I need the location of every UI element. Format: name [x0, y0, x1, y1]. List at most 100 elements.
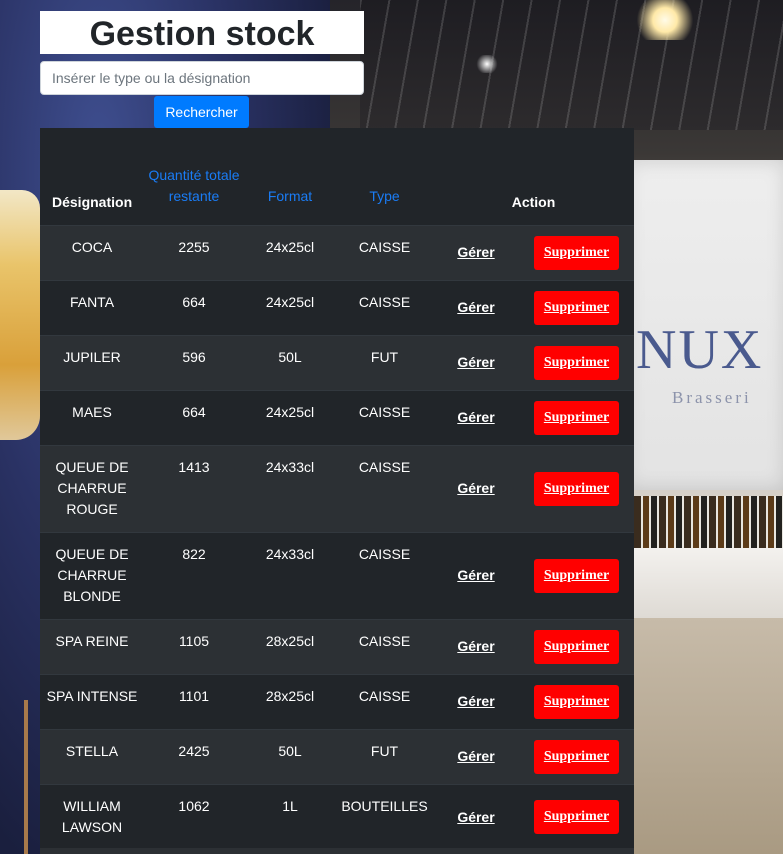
table-row: QUEUE DE CHARRUE ROUGE 1413 24x33cl CAISSE G… [40, 445, 634, 532]
cell-delete: Supprimer [519, 674, 634, 729]
cell-type: CAISSE [358, 632, 411, 649]
cell-quantite: 2255 [178, 238, 210, 255]
cell-designation: QUEUE DE CHARRUE BLONDE [55, 545, 129, 604]
cell-quantite: 1101 [178, 687, 210, 704]
cell-designation: STELLA [65, 742, 119, 759]
delete-button[interactable]: Supprimer [533, 800, 620, 834]
cell-manage: Gérer [433, 335, 519, 390]
cell-quantite: 664 [182, 293, 206, 310]
table-row: MAES 664 24x25cl CAISSE Gérer Supprimer [40, 390, 634, 445]
cell-type: CAISSE [358, 458, 411, 475]
header-quantite-sort-link[interactable]: Quantité totale restante [144, 128, 244, 225]
ceiling-light [475, 55, 499, 73]
stock-table: Désignation Quantité totale restante For… [40, 128, 634, 850]
brand-logo-text: NUX [636, 319, 764, 381]
delete-button[interactable]: Supprimer [533, 558, 620, 593]
manage-link[interactable]: Gérer [457, 809, 494, 825]
manage-link[interactable]: Gérer [457, 354, 494, 370]
cell-type: FUT [370, 348, 399, 365]
delete-button[interactable]: Supprimer [533, 629, 620, 664]
cell-delete: Supprimer [519, 225, 634, 280]
cell-designation: COCA [71, 238, 113, 255]
cell-manage: Gérer [433, 784, 519, 850]
table-row: SPA INTENSE 1101 28x25cl CAISSE Gérer Supprim… [40, 674, 634, 729]
header-format-sort-link[interactable]: Format [244, 128, 336, 225]
cell-type: CAISSE [358, 238, 411, 255]
delete-button[interactable]: Supprimer [533, 471, 620, 506]
cell-delete: Supprimer [519, 532, 634, 619]
cell-type: CAISSE [358, 293, 411, 310]
table-row: SPA REINE 1105 28x25cl CAISSE Gérer Supprimer [40, 619, 634, 674]
header-type-sort-link[interactable]: Type [336, 128, 433, 225]
cell-designation: QUEUE DE CHARRUE ROUGE [55, 458, 129, 517]
cell-designation: MAES [72, 403, 112, 420]
cell-quantite: 1062 [178, 797, 210, 814]
search-input[interactable] [40, 61, 364, 95]
cell-format: 24x33cl [265, 545, 315, 562]
cell-quantite: 1413 [178, 458, 210, 475]
header-designation: Désignation [52, 193, 133, 210]
table-row: COCA 2255 24x25cl CAISSE Gérer Supprimer [40, 225, 634, 280]
cell-designation: SPA REINE [55, 632, 129, 649]
cell-delete: Supprimer [519, 335, 634, 390]
cell-format: 24x25cl [265, 238, 315, 255]
brand-logo-subtext: Brasseri [672, 388, 752, 407]
delete-button[interactable]: Supprimer [533, 345, 620, 380]
manage-link[interactable]: Gérer [457, 409, 494, 425]
table-body: COCA 2255 24x25cl CAISSE Gérer Supprimer FANTA… [40, 225, 634, 850]
cell-quantite: 2425 [178, 742, 210, 759]
cell-format: 50L [278, 742, 302, 759]
cell-manage: Gérer [433, 390, 519, 445]
manage-link[interactable]: Gérer [457, 693, 494, 709]
manage-link[interactable]: Gérer [457, 299, 494, 315]
cell-designation: SPA INTENSE [46, 687, 138, 704]
floor [634, 618, 783, 854]
cell-type: FUT [370, 742, 399, 759]
ceiling-spotlight [630, 0, 700, 40]
stock-table-container: Désignation Quantité totale restante For… [40, 128, 634, 850]
delete-button[interactable]: Supprimer [533, 290, 620, 325]
delete-button[interactable]: Supprimer [533, 400, 620, 435]
counter [634, 548, 783, 618]
cell-designation: WILLIAM LAWSON [61, 797, 123, 835]
cell-delete: Supprimer [519, 280, 634, 335]
table-next-row-edge [40, 848, 634, 854]
manage-link[interactable]: Gérer [457, 480, 494, 496]
delete-button[interactable]: Supprimer [533, 684, 620, 719]
cell-delete: Supprimer [519, 729, 634, 784]
cell-type: CAISSE [358, 545, 411, 562]
page-title: Gestion stock [40, 11, 364, 54]
cell-manage: Gérer [433, 445, 519, 532]
cell-format: 28x25cl [265, 687, 315, 704]
delete-button[interactable]: Supprimer [533, 235, 620, 270]
bottle-display [634, 496, 783, 548]
cell-manage: Gérer [433, 532, 519, 619]
cell-manage: Gérer [433, 280, 519, 335]
header-action: Action [511, 193, 556, 210]
manage-link[interactable]: Gérer [457, 638, 494, 654]
cell-format: 28x25cl [265, 632, 315, 649]
delete-button[interactable]: Supprimer [533, 739, 620, 774]
cell-delete: Supprimer [519, 784, 634, 850]
cell-delete: Supprimer [519, 445, 634, 532]
cell-manage: Gérer [433, 674, 519, 729]
cell-type: CAISSE [358, 687, 411, 704]
cell-delete: Supprimer [519, 390, 634, 445]
table-row: QUEUE DE CHARRUE BLONDE 822 24x33cl CAISSE G… [40, 532, 634, 619]
cell-quantite: 664 [182, 403, 206, 420]
cell-quantite: 596 [182, 348, 206, 365]
stool-image [0, 700, 28, 854]
table-row: FANTA 664 24x25cl CAISSE Gérer Supprimer [40, 280, 634, 335]
cell-designation: FANTA [69, 293, 115, 310]
table-row: JUPILER 596 50L FUT Gérer Supprimer [40, 335, 634, 390]
search-button[interactable]: Rechercher [154, 96, 249, 128]
cell-format: 50L [278, 348, 302, 365]
manage-link[interactable]: Gérer [457, 567, 494, 583]
manage-link[interactable]: Gérer [457, 244, 494, 260]
manage-link[interactable]: Gérer [457, 748, 494, 764]
cell-designation: JUPILER [63, 348, 121, 365]
cell-quantite: 1105 [178, 632, 210, 649]
cell-format: 24x33cl [265, 458, 315, 475]
cell-type: CAISSE [358, 403, 411, 420]
table-row: STELLA 2425 50L FUT Gérer Supprimer [40, 729, 634, 784]
